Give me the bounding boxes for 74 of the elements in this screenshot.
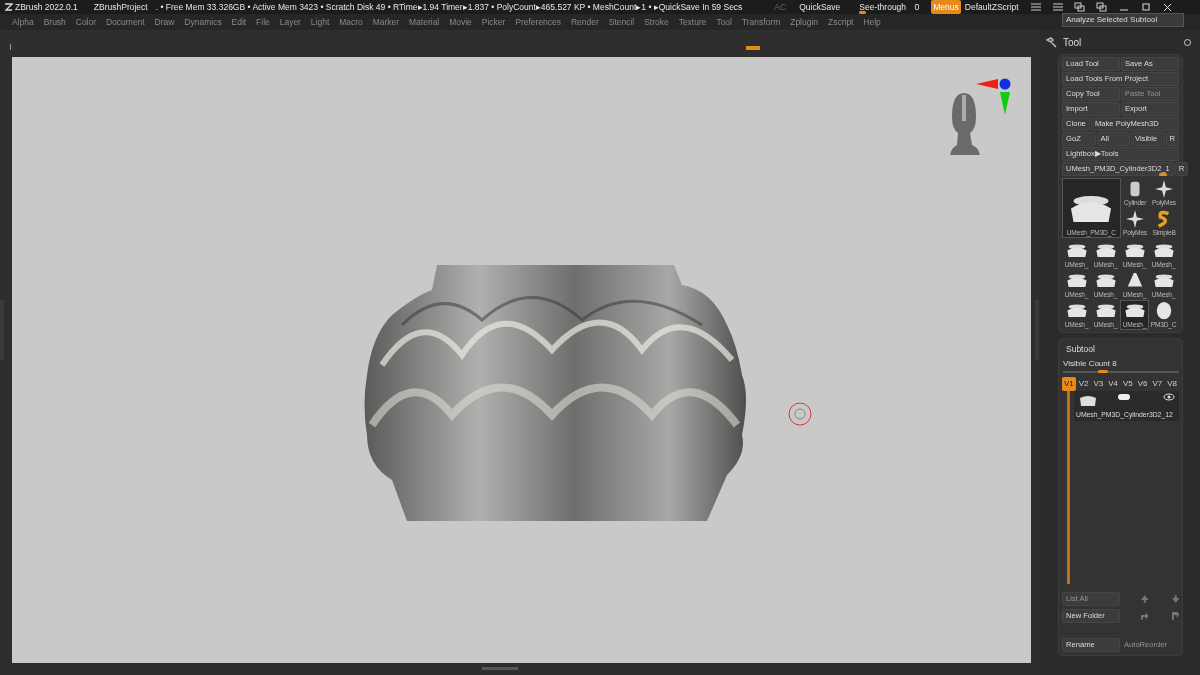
mesh-thumbnail-icon: [1093, 302, 1118, 320]
version-tab[interactable]: V7: [1150, 376, 1165, 391]
menu-item[interactable]: Color: [75, 17, 97, 27]
dropdown-item-entry[interactable]: Analyze Selected Subtool: [1062, 13, 1184, 27]
version-tab[interactable]: V2: [1076, 376, 1091, 391]
menu-item[interactable]: Transform: [741, 17, 781, 27]
mesh-thumbnail-icon: [1078, 393, 1098, 408]
bottom-tray-handle[interactable]: [482, 667, 518, 670]
mesh-thumbnail-icon: [1064, 302, 1089, 320]
menu-item[interactable]: File: [256, 17, 270, 27]
viewport-canvas[interactable]: [12, 57, 1031, 663]
mesh-thumbnail-icon: [1122, 242, 1147, 260]
status-info: . • Free Mem 33.326GB • Active Mem 3423 • Scratch Disk 49 • RTime▸1.94 Timer▸1.837 • PolyCount▸465.527 KP • MeshCount▸1 • ▸QuickSave In 59 Secs: [155, 1, 743, 14]
mesh-thumbnail-icon: [1122, 302, 1147, 320]
star-icon: [1155, 180, 1174, 198]
branch-arrow-icon: [1141, 612, 1149, 620]
menu-item[interactable]: Stroke: [644, 17, 669, 27]
menu-item[interactable]: Render: [570, 17, 599, 27]
menu-item[interactable]: Macro: [339, 17, 363, 27]
menu-item[interactable]: Edit: [231, 17, 247, 27]
mesh-thumbnail-icon: [1151, 272, 1176, 290]
star-icon: [1126, 210, 1145, 228]
zbrush-logo-icon: [4, 2, 13, 12]
version-tab[interactable]: V5: [1120, 376, 1135, 391]
app-title: ZBrush 2022.0.1: [15, 1, 78, 14]
version-tab[interactable]: V1: [1062, 376, 1076, 391]
reset-icon[interactable]: [1183, 37, 1192, 47]
menu-item[interactable]: Help: [863, 17, 881, 27]
menu-item[interactable]: Marker: [372, 17, 400, 27]
menu-item[interactable]: Alpha: [12, 17, 34, 27]
menu-item[interactable]: Picker: [481, 17, 506, 27]
up-arrow-icon: [1141, 595, 1149, 603]
menu-item[interactable]: Dynamics: [184, 17, 222, 27]
see-through-slider[interactable]: See-through 0: [859, 0, 920, 14]
close-icon[interactable]: [1161, 2, 1173, 12]
menu-item[interactable]: Zplugin: [790, 17, 819, 27]
maximize-icon[interactable]: [1139, 2, 1151, 12]
menu-item[interactable]: Tool: [716, 17, 732, 27]
down-arrow-icon: [1171, 595, 1179, 603]
menu-item[interactable]: Layer: [279, 17, 301, 27]
branch-arrow-icon: [1171, 612, 1179, 620]
mesh-thumbnail-icon: [1093, 272, 1118, 290]
version-tab[interactable]: V4: [1106, 376, 1120, 391]
hammer-icon: [1046, 36, 1057, 48]
menu-item[interactable]: Light: [310, 17, 330, 27]
layout-icon[interactable]: [1073, 2, 1085, 12]
menu-item[interactable]: Zscript: [827, 17, 854, 27]
brush-cursor-icon: [788, 402, 812, 426]
section-title: Subtool: [1065, 343, 1096, 356]
zscript-name[interactable]: DefaultZScript: [964, 0, 1019, 14]
mesh-thumbnail-icon: [1064, 272, 1089, 290]
menu-item[interactable]: Brush: [43, 17, 66, 27]
panel-title: Tool: [1063, 35, 1083, 50]
menu-item[interactable]: Material: [409, 17, 440, 27]
menu-item[interactable]: Preferences: [515, 17, 562, 27]
menu-item[interactable]: Texture: [678, 17, 707, 27]
mesh-thumbnail-icon: [1064, 242, 1089, 260]
eye-icon[interactable]: [1163, 392, 1175, 401]
project-name: ZBrushProject: [93, 1, 148, 14]
menu-item[interactable]: Document: [105, 17, 145, 27]
timeline-marker: [10, 44, 11, 50]
version-tab[interactable]: V8: [1165, 376, 1179, 391]
timeline-handle[interactable]: [746, 46, 760, 50]
menu-item[interactable]: Movie: [449, 17, 472, 27]
visible-count-slider[interactable]: Visible Count 8: [1062, 357, 1179, 374]
menu-item[interactable]: Stencil: [608, 17, 635, 27]
version-tab[interactable]: V6: [1135, 376, 1150, 391]
layout-icon[interactable]: [1095, 2, 1107, 12]
version-tab[interactable]: V3: [1091, 376, 1106, 391]
quicksave-button[interactable]: QuickSave: [799, 0, 841, 14]
toggle-icon: [1118, 393, 1130, 400]
mesh-thumbnail-icon: [1151, 242, 1176, 260]
menu-item[interactable]: Draw: [154, 17, 175, 27]
mesh-thumbnail-icon: [1093, 242, 1118, 260]
